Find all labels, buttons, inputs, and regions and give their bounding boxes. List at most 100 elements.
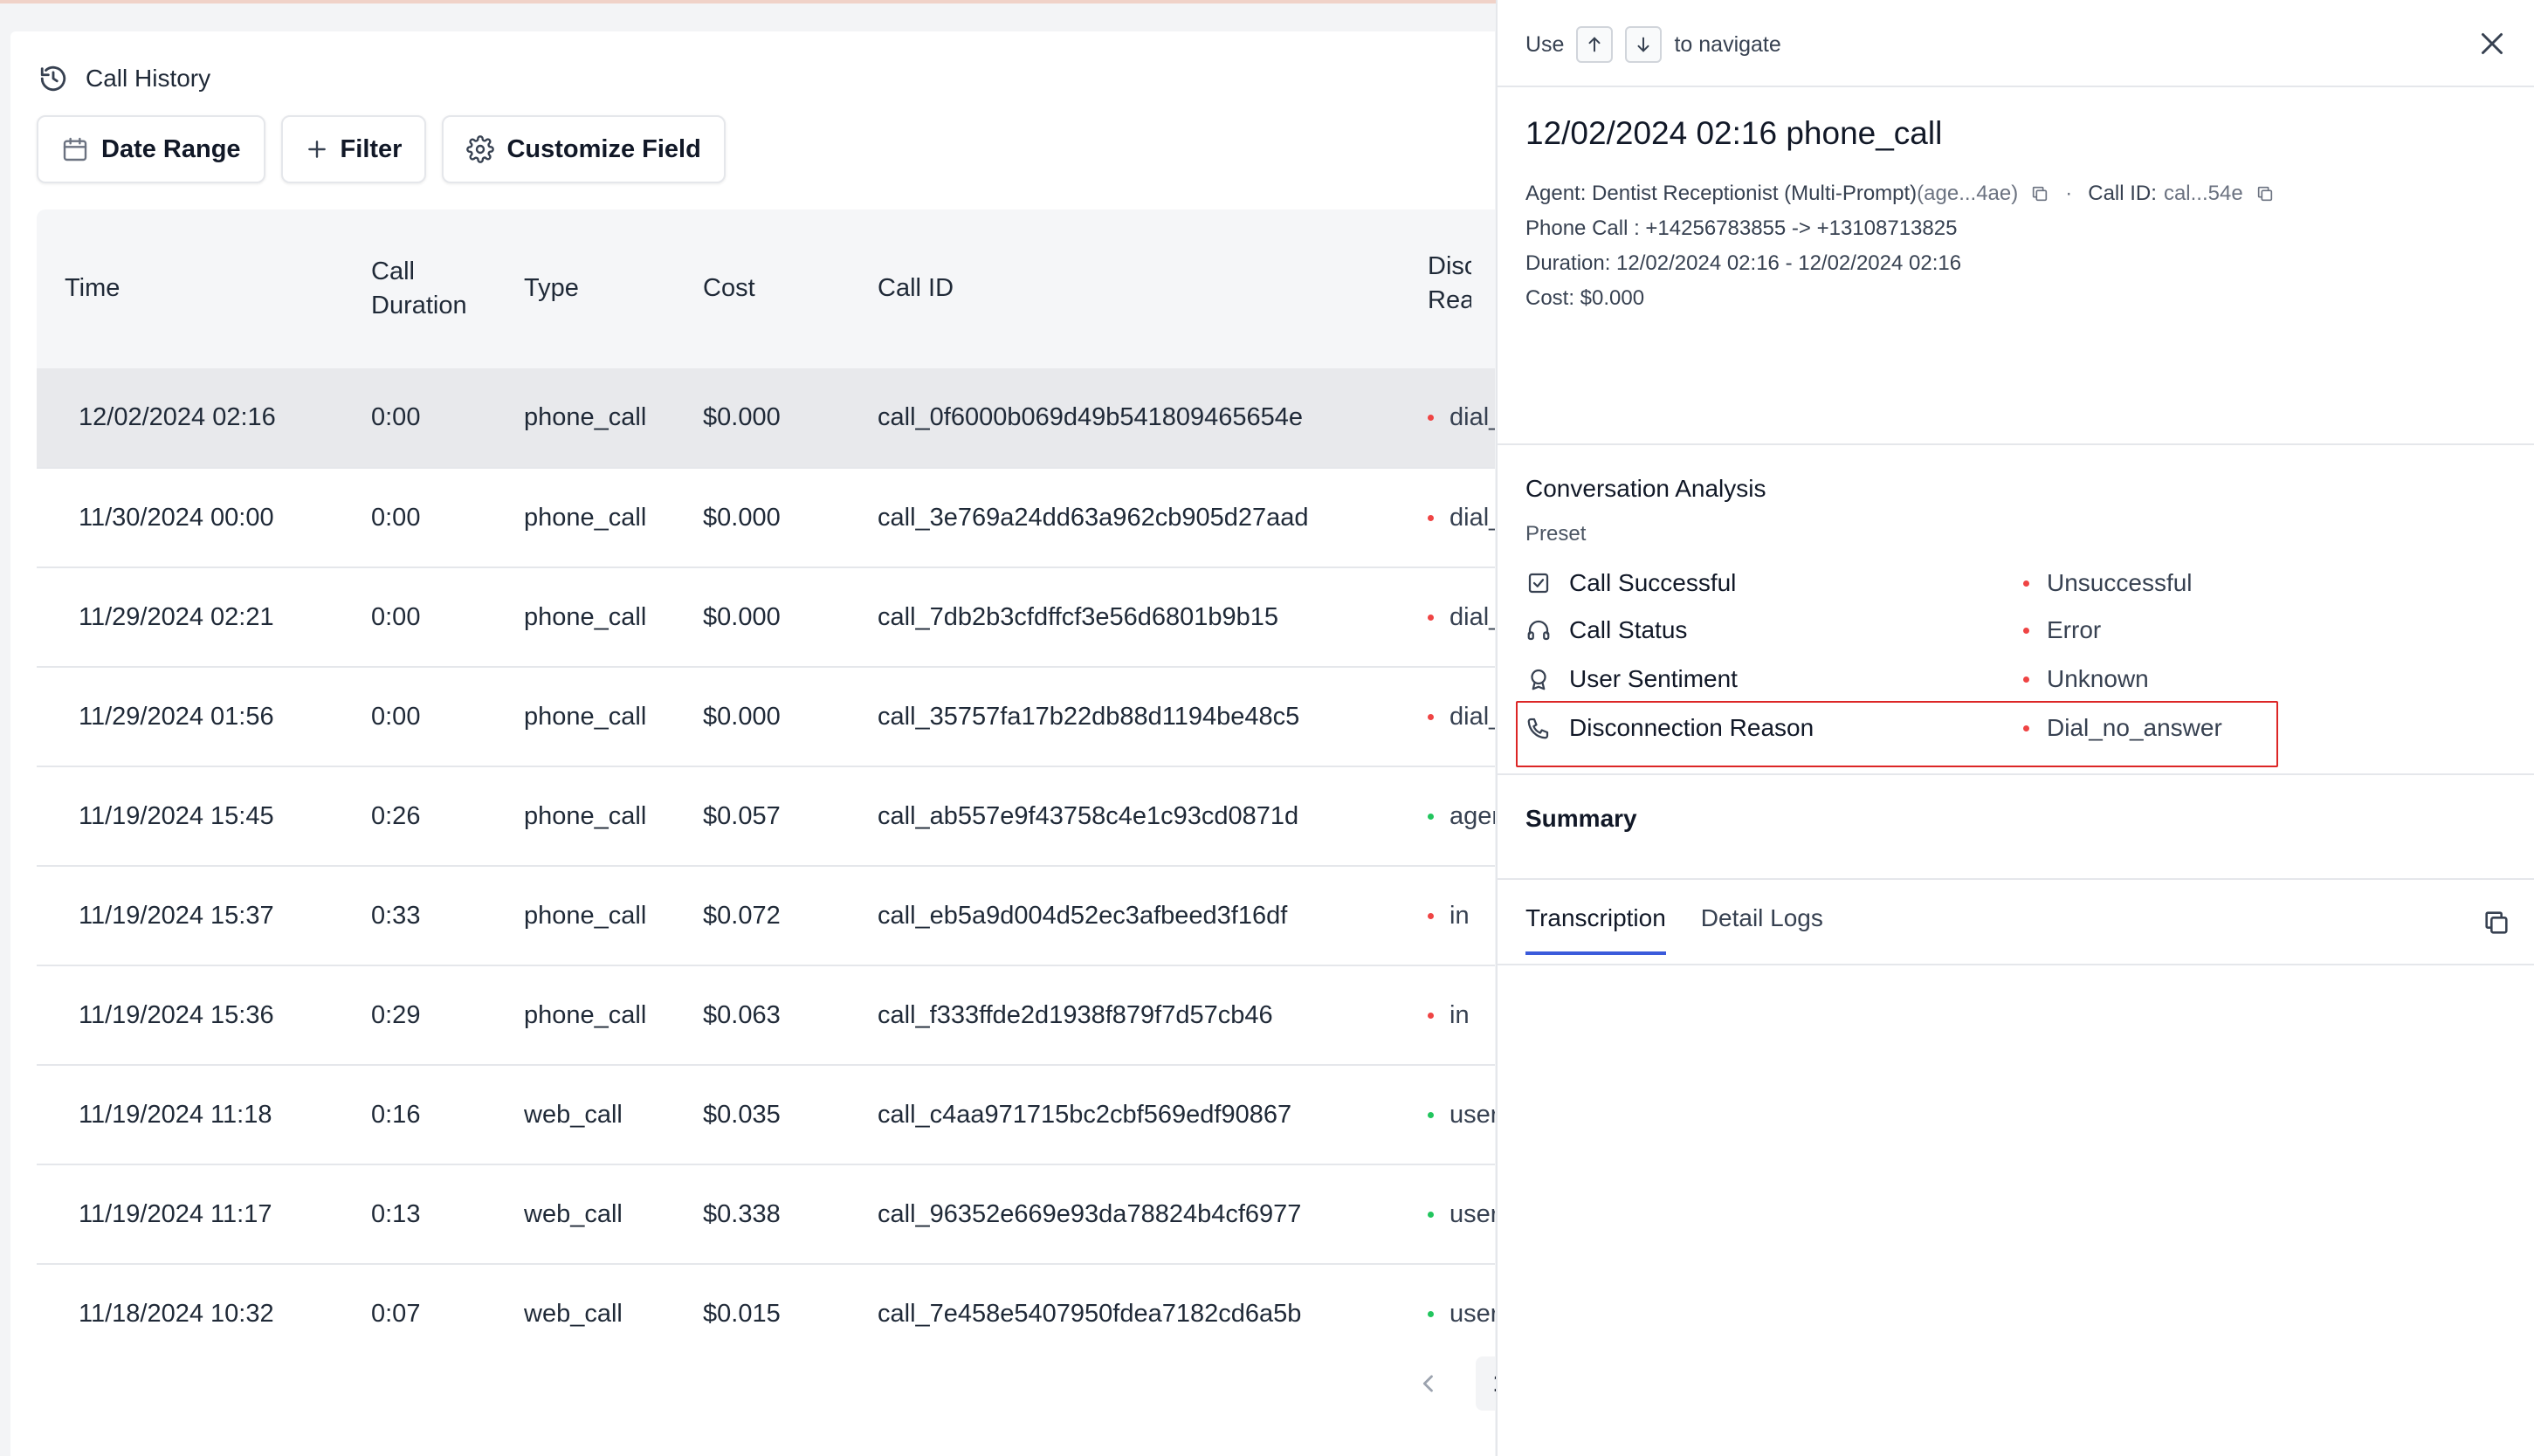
analysis-row: Call Status Error xyxy=(1525,606,2512,655)
filter-label: Filter xyxy=(340,134,403,163)
status-dot xyxy=(2023,627,2029,634)
filter-button[interactable]: Filter xyxy=(280,115,427,183)
disconnection-reason-text: in xyxy=(1449,1000,1470,1029)
headset-icon xyxy=(1525,617,1552,643)
highlight-box xyxy=(1516,701,2278,767)
chevron-left-icon[interactable] xyxy=(1416,1371,1441,1396)
cell-time: 11/19/2024 15:36 xyxy=(79,1000,274,1029)
cell-call-id: call_3e769a24dd63a962cb905d27aad xyxy=(878,503,1309,532)
status-dot xyxy=(1428,1111,1434,1118)
customize-field-button[interactable]: Customize Field xyxy=(442,115,726,183)
copy-call-id-icon[interactable] xyxy=(2255,184,2275,203)
cell-cost: $0.338 xyxy=(703,1199,781,1228)
cell-disconnection-reason: dial_no_answer xyxy=(1428,567,1495,667)
analysis-item-value: Unsuccessful xyxy=(2023,569,2193,597)
cell-cost: $0.015 xyxy=(703,1299,781,1328)
cell-type: phone_call xyxy=(524,503,647,532)
column-header-disconnection-reason-label: Disconnection Reason xyxy=(1428,252,1471,315)
disconnection-reason-text: dial_no_answer xyxy=(1449,503,1495,532)
cell-type: phone_call xyxy=(524,702,647,731)
tab-transcription[interactable]: Transcription xyxy=(1525,904,1666,955)
cell-time: 11/19/2024 15:45 xyxy=(79,801,274,830)
table-row[interactable]: 11/29/2024 02:21 0:00 phone_call $0.000 call… xyxy=(37,567,1495,667)
table-row[interactable]: 12/02/2024 02:16 0:00 phone_call $0.000 call… xyxy=(37,368,1495,468)
cell-type: phone_call xyxy=(524,801,647,830)
status-dot xyxy=(1428,1012,1434,1019)
cell-type: web_call xyxy=(524,1100,623,1129)
table-row[interactable]: 11/18/2024 10:32 0:07 web_call $0.015 call_7… xyxy=(37,1264,1495,1344)
arrow-down-icon[interactable] xyxy=(1625,26,1663,63)
cell-duration: 0:00 xyxy=(371,403,421,431)
status-dot xyxy=(2023,676,2029,683)
navigation-hint: Use to navigate xyxy=(1525,26,1781,63)
agent-id: (age...4ae) xyxy=(1917,182,2019,205)
table-row[interactable]: 11/30/2024 00:00 0:00 phone_call $0.000 call… xyxy=(37,468,1495,567)
table-row[interactable]: 11/19/2024 11:18 0:16 web_call $0.035 call_c… xyxy=(37,1065,1495,1164)
disconnection-reason-text: user_hangup xyxy=(1449,1199,1495,1228)
page-title: Call History xyxy=(86,65,211,92)
close-icon[interactable] xyxy=(2475,26,2510,61)
arrow-up-icon[interactable] xyxy=(1576,26,1614,63)
disconnection-reason-text: in xyxy=(1449,901,1470,930)
column-header-call-id[interactable]: Call ID xyxy=(878,209,1428,368)
cell-call-id: call_f333ffde2d1938f879f7d57cb46 xyxy=(878,1000,1273,1029)
column-header-call-duration[interactable]: Call Duration xyxy=(371,209,524,368)
analysis-item-name: Call Status xyxy=(1569,616,1688,643)
call-detail-panel: Use to navigate 12/02/2024 02:16 phone_c… xyxy=(1496,0,2534,1456)
divider xyxy=(1498,878,2534,880)
checkbox-icon xyxy=(1525,570,1552,596)
table-row[interactable]: 11/19/2024 15:37 0:33 phone_call $0.072 call… xyxy=(37,866,1495,965)
analysis-item-value-text: Unsuccessful xyxy=(2047,569,2193,596)
status-dot xyxy=(1428,713,1434,720)
analysis-item-value-text: Error xyxy=(2047,616,2102,643)
call-history-header: Call History xyxy=(38,58,210,100)
cell-duration: 0:07 xyxy=(371,1299,421,1328)
cell-disconnection-reason: dial_no_answer xyxy=(1428,468,1495,567)
detail-tabs: Transcription Detail Logs xyxy=(1525,904,1823,955)
badge-icon xyxy=(1525,666,1552,692)
cell-duration: 0:00 xyxy=(371,702,421,731)
column-header-type[interactable]: Type xyxy=(524,209,703,368)
agent-label: Agent: Dentist Receptionist (Multi-Promp… xyxy=(1525,182,1918,205)
disconnection-reason-text: user_hangup xyxy=(1449,1100,1495,1129)
divider xyxy=(1498,443,2534,445)
date-range-button[interactable]: Date Range xyxy=(37,115,265,183)
table-row[interactable]: 11/29/2024 01:56 0:00 phone_call $0.000 call… xyxy=(37,667,1495,766)
table-row[interactable]: 11/19/2024 15:45 0:26 phone_call $0.057 call… xyxy=(37,766,1495,866)
analysis-item: User Sentiment xyxy=(1525,665,2023,693)
cell-duration: 0:00 xyxy=(371,602,421,631)
gear-icon xyxy=(466,135,495,163)
disconnection-reason-text: agent_hangup xyxy=(1449,801,1495,830)
disconnection-reason-text: dial_no_answer xyxy=(1449,702,1495,731)
table-row[interactable]: 11/19/2024 11:17 0:13 web_call $0.338 call_9… xyxy=(37,1164,1495,1264)
cell-cost: $0.057 xyxy=(703,801,781,830)
cell-cost: $0.000 xyxy=(703,403,781,431)
column-header-disconnection-reason[interactable]: Disconnection Reason xyxy=(1428,209,1495,368)
copy-agent-id-icon[interactable] xyxy=(2030,184,2049,203)
cell-type: phone_call xyxy=(524,1000,647,1029)
cell-call-id: call_eb5a9d004d52ec3afbeed3f16df xyxy=(878,901,1288,930)
cell-disconnection-reason: dial_no_answer xyxy=(1428,368,1495,468)
cell-type: phone_call xyxy=(524,901,647,930)
divider xyxy=(1498,964,2534,965)
table-row[interactable]: 11/19/2024 15:36 0:29 phone_call $0.063 call… xyxy=(37,965,1495,1065)
column-header-cost[interactable]: Cost xyxy=(703,209,878,368)
analysis-item-value: Unknown xyxy=(2023,665,2149,693)
cell-type: phone_call xyxy=(524,602,647,631)
detail-nav-bar: Use to navigate xyxy=(1498,0,2534,87)
cell-time: 11/19/2024 11:17 xyxy=(79,1199,272,1228)
cell-type: phone_call xyxy=(524,403,647,431)
status-dot xyxy=(2023,580,2029,587)
column-header-time[interactable]: Time xyxy=(37,209,371,368)
cell-type: web_call xyxy=(524,1299,623,1328)
nav-hint-prefix: Use xyxy=(1525,31,1565,57)
tab-detail-logs[interactable]: Detail Logs xyxy=(1701,904,1823,955)
status-dot xyxy=(1428,1211,1434,1218)
cell-cost: $0.000 xyxy=(703,602,781,631)
analysis-row: User Sentiment Unknown xyxy=(1525,655,2512,704)
cell-time: 11/30/2024 00:00 xyxy=(79,503,274,532)
cell-disconnection-reason: user_hangup xyxy=(1428,1065,1495,1164)
cell-call-id: call_0f6000b069d49b541809465654e xyxy=(878,403,1304,431)
cell-call-id: call_96352e669e93da78824b4cf6977 xyxy=(878,1199,1302,1228)
copy-transcript-icon[interactable] xyxy=(2482,908,2511,937)
